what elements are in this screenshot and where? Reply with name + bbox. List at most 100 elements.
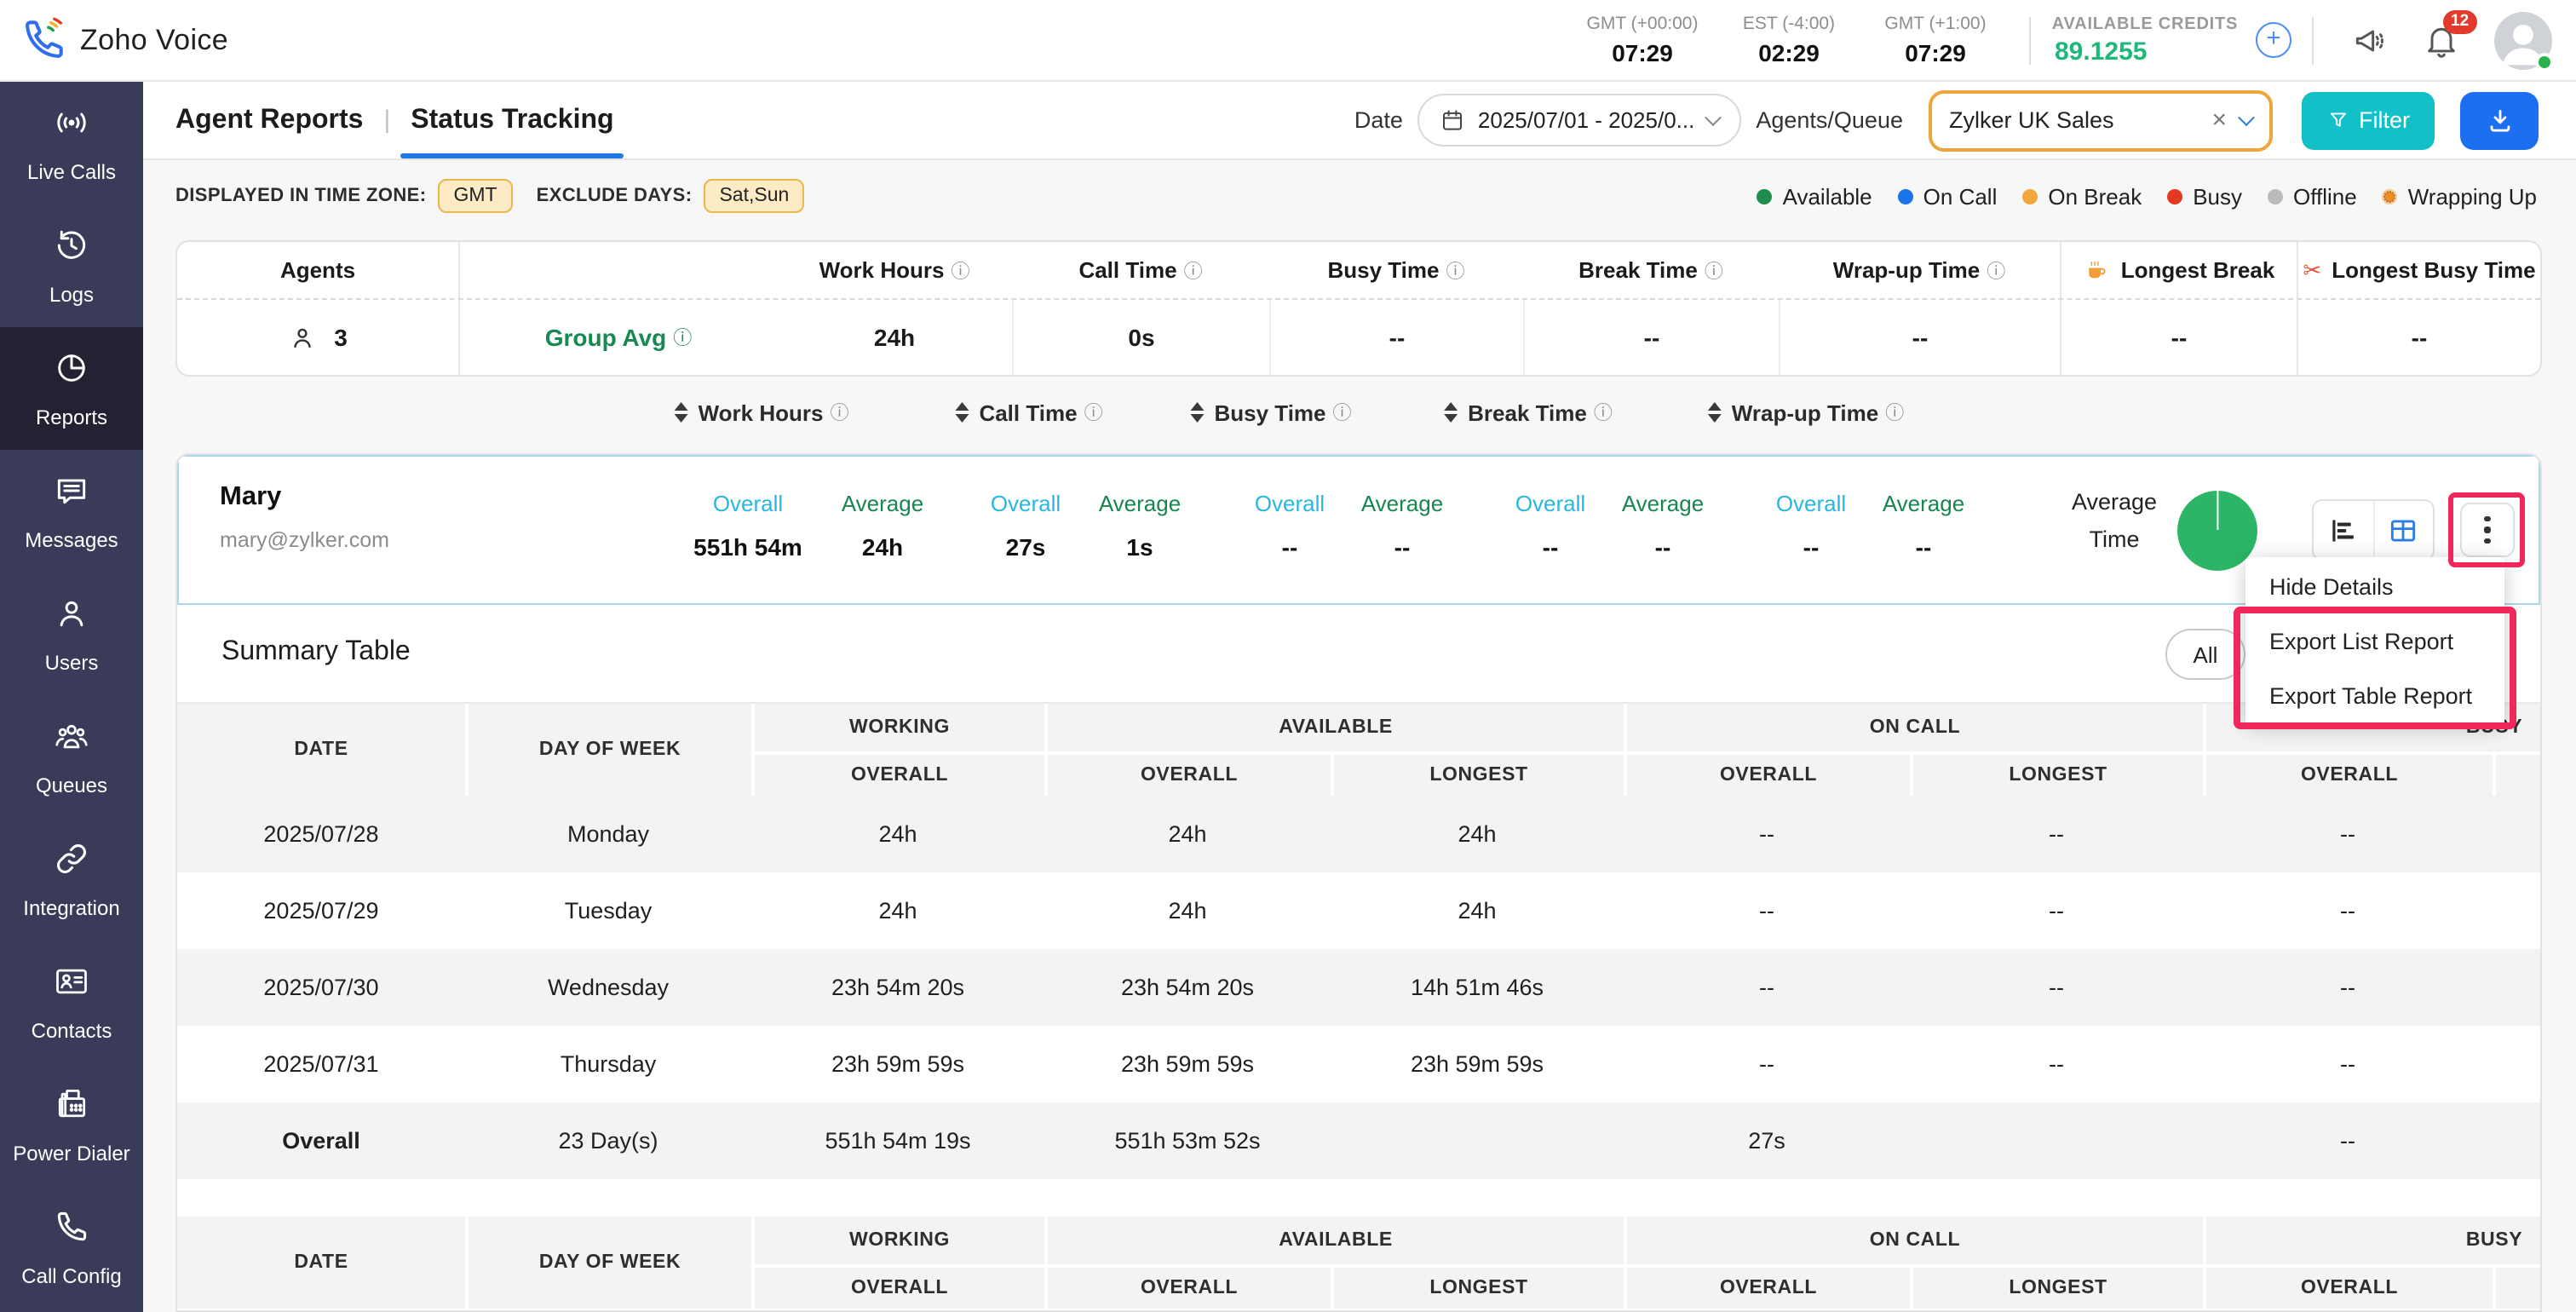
info-icon[interactable]: ⓘ bbox=[1987, 256, 2005, 284]
sidebar-item-reports[interactable]: Reports bbox=[0, 327, 143, 450]
status-legend: AvailableOn CallOn BreakBusyOfflineWrapp… bbox=[1757, 183, 2576, 209]
sidebar-item-users[interactable]: Users bbox=[0, 573, 143, 695]
cell-avail_longest: 24h bbox=[1331, 796, 1624, 872]
header-oncall-overall: OVERALL bbox=[1624, 751, 1910, 796]
info-icon[interactable]: ⓘ bbox=[1885, 399, 1904, 426]
download-report-button[interactable] bbox=[2460, 91, 2539, 149]
sidebar-item-power-dialer[interactable]: Power Dialer bbox=[0, 1063, 143, 1186]
col-spacer bbox=[460, 242, 777, 298]
clear-selection-icon[interactable]: × bbox=[2211, 106, 2227, 135]
sidebar-item-queues[interactable]: Queues bbox=[0, 695, 143, 818]
col-wrap-up-time: Wrap-up Timeⓘ bbox=[1779, 242, 2060, 298]
menu-item-export-table-report[interactable]: Export Table Report bbox=[2245, 668, 2504, 722]
sort-arrows-icon bbox=[1708, 402, 1722, 423]
cell-oncall_overall: -- bbox=[1624, 1026, 1910, 1102]
cell-oncall_overall: -- bbox=[1624, 796, 1910, 872]
agents-queue-select[interactable]: Zylker UK Sales × bbox=[1929, 89, 2273, 151]
sidebar-item-call-config[interactable]: Call Config bbox=[0, 1186, 143, 1309]
col-break-time: Break Timeⓘ bbox=[1523, 242, 1779, 298]
header-busy-overall: OVERALL bbox=[2203, 1264, 2493, 1309]
sort-call-time[interactable]: Call Timeⓘ bbox=[955, 388, 1102, 436]
cell-date: 2025/07/31 bbox=[177, 1026, 465, 1102]
sort-arrows-icon bbox=[675, 402, 688, 423]
group-avg-cell[interactable]: Group Avgⓘ bbox=[460, 300, 777, 375]
sort-work-hours[interactable]: Work Hoursⓘ bbox=[675, 388, 849, 436]
sort-busy-time[interactable]: Busy Timeⓘ bbox=[1190, 388, 1351, 436]
credits-label: AVAILABLE CREDITS bbox=[2051, 14, 2239, 33]
sort-wrap-up-time[interactable]: Wrap-up Timeⓘ bbox=[1708, 388, 1904, 436]
sidebar-item-live-calls[interactable]: Live Calls bbox=[0, 82, 143, 204]
info-icon[interactable]: ⓘ bbox=[951, 256, 969, 284]
group-wrap-up-value: -- bbox=[1779, 300, 2060, 375]
table-view-button[interactable] bbox=[2372, 501, 2433, 559]
tab-separator: | bbox=[383, 106, 390, 135]
cell-dow: Thursday bbox=[465, 1026, 751, 1102]
legend-dot bbox=[2383, 188, 2398, 204]
header-group-on-call: ON CALL bbox=[1624, 1217, 2203, 1264]
tab-agent-reports[interactable]: Agent Reports bbox=[175, 82, 363, 158]
sidebar-item-logs[interactable]: Logs bbox=[0, 204, 143, 327]
sidebar-item-messages[interactable]: Messages bbox=[0, 450, 143, 573]
tab-status-tracking[interactable]: Status Tracking bbox=[411, 82, 613, 158]
notifications-button[interactable]: 12 bbox=[2423, 21, 2460, 59]
announcements-button[interactable] bbox=[2351, 21, 2389, 59]
group-busy-time-value: -- bbox=[1269, 300, 1523, 375]
integration-icon bbox=[53, 839, 90, 877]
sidebar-item-hash[interactable]: # bbox=[0, 1309, 143, 1312]
cell-working: 551h 54m 19s bbox=[751, 1102, 1044, 1179]
sidebar-item-contacts[interactable]: Contacts bbox=[0, 941, 143, 1063]
cell-date: Overall bbox=[177, 1102, 465, 1179]
info-icon[interactable]: ⓘ bbox=[1446, 256, 1465, 284]
info-icon[interactable]: ⓘ bbox=[1084, 399, 1103, 426]
cell-busy-longest bbox=[2493, 1026, 2542, 1102]
menu-item-export-list-report[interactable]: Export List Report bbox=[2245, 613, 2504, 668]
header-oncall-longest: LONGEST bbox=[1910, 1264, 2203, 1309]
header-busy-longest: LONGEST bbox=[2493, 751, 2542, 796]
export-context-menu: Hide DetailsExport List ReportExport Tab… bbox=[2245, 557, 2504, 724]
person-icon bbox=[288, 323, 317, 352]
timezone-time: 07:29 bbox=[1862, 39, 2009, 66]
sidebar-item-integration[interactable]: Integration bbox=[0, 818, 143, 941]
bar-chart-view-button[interactable] bbox=[2314, 501, 2372, 559]
group-break-time-value: -- bbox=[1523, 300, 1779, 375]
summary-filter-all[interactable]: All bbox=[2165, 629, 2245, 680]
divider bbox=[2312, 16, 2314, 64]
call_time-overall-label: Overall bbox=[991, 491, 1061, 516]
timezone-label: GMT (+00:00) bbox=[1569, 14, 1716, 34]
info-icon[interactable]: ⓘ bbox=[1594, 399, 1613, 426]
filter-button[interactable]: Filter bbox=[2302, 91, 2435, 149]
info-icon[interactable]: ⓘ bbox=[1333, 399, 1352, 426]
calendar-icon bbox=[1440, 107, 1466, 133]
cell-oncall_overall: -- bbox=[1624, 949, 1910, 1026]
sidebar-item-label: Queues bbox=[36, 773, 107, 797]
average-time-label: Average Time bbox=[2046, 484, 2182, 559]
user-avatar[interactable] bbox=[2494, 11, 2552, 69]
header-day-of-week: DAY OF WEEK bbox=[465, 1217, 751, 1309]
header-oncall-longest: LONGEST bbox=[1910, 751, 2203, 796]
info-icon[interactable]: ⓘ bbox=[1184, 256, 1203, 284]
cell-dow: 23 Day(s) bbox=[465, 1102, 751, 1179]
cell-busy_overall: -- bbox=[2203, 949, 2493, 1026]
add-credits-button[interactable]: + bbox=[2256, 22, 2291, 58]
users-icon bbox=[53, 594, 90, 631]
legend-label: On Call bbox=[1923, 183, 1998, 209]
legend-item-on-break: On Break bbox=[2022, 183, 2142, 209]
chevron-down-icon bbox=[1704, 109, 1721, 126]
header-day-of-week: DAY OF WEEK bbox=[465, 704, 751, 796]
more-options-button[interactable] bbox=[2460, 503, 2515, 557]
legend-label: Wrapping Up bbox=[2408, 183, 2537, 209]
sort-break-time[interactable]: Break Timeⓘ bbox=[1444, 388, 1613, 436]
cell-avail_overall: 24h bbox=[1044, 796, 1331, 872]
info-icon[interactable]: ⓘ bbox=[1705, 256, 1723, 284]
date-range-picker[interactable]: 2025/07/01 - 2025/0... bbox=[1418, 94, 1740, 147]
col-longest-break: Longest Break bbox=[2060, 242, 2297, 298]
available-credits: AVAILABLE CREDITS 89.1255 bbox=[2051, 14, 2239, 66]
menu-item-hide-details[interactable]: Hide Details bbox=[2245, 559, 2504, 613]
sidebar-item-label: Contacts bbox=[32, 1018, 112, 1042]
view-toggle bbox=[2312, 499, 2435, 561]
cell-oncall_longest: -- bbox=[1910, 949, 2203, 1026]
cell-avail_longest: 14h 51m 46s bbox=[1331, 949, 1624, 1026]
agents-queue-label: Agents/Queue bbox=[1756, 107, 1903, 133]
timezone-clock: EST (-4:00)02:29 bbox=[1716, 14, 1862, 66]
info-icon[interactable]: ⓘ bbox=[830, 399, 848, 426]
